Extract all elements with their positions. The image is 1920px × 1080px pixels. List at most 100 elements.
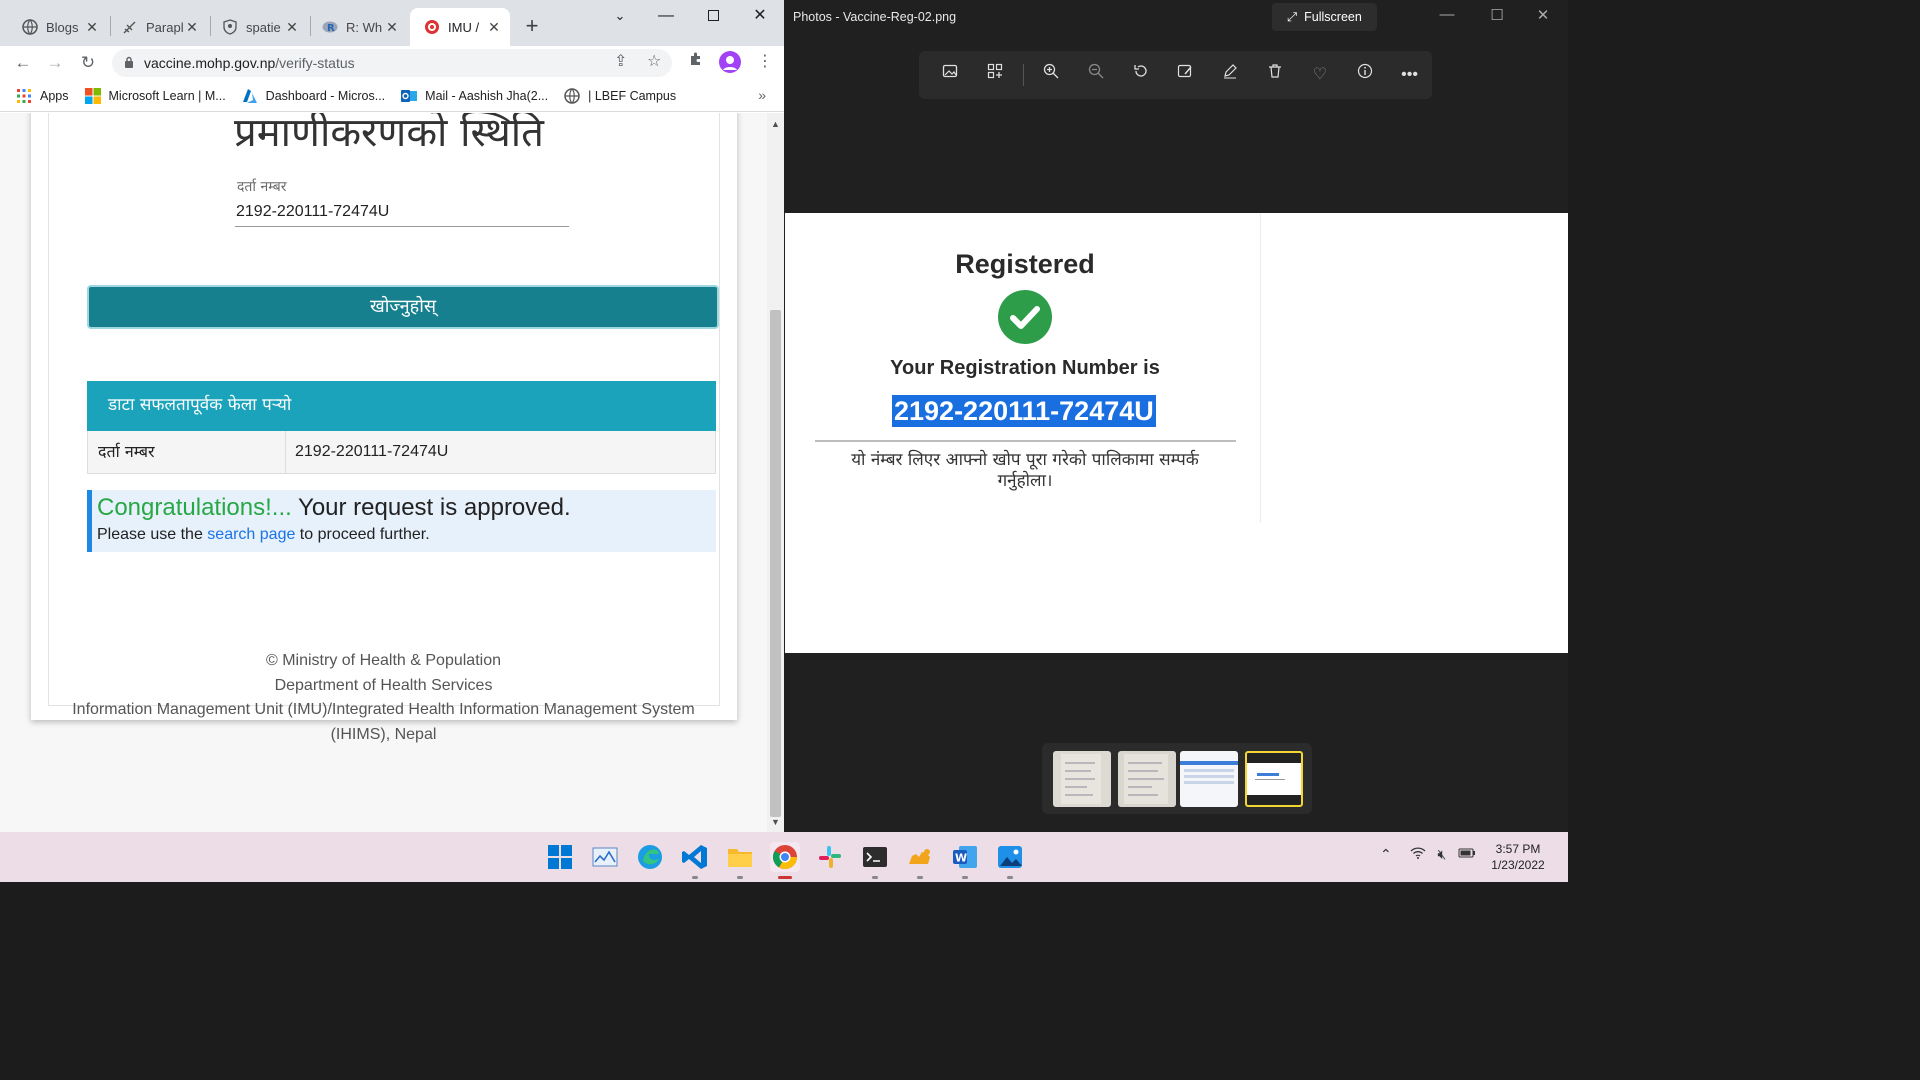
tab-r[interactable]: R R: Wh ✕ bbox=[308, 8, 408, 46]
tab-spatie[interactable]: spatie ✕ bbox=[208, 8, 308, 46]
filmstrip bbox=[1042, 743, 1312, 814]
url-path: /verify-status bbox=[275, 55, 355, 71]
forward-button[interactable]: → bbox=[42, 50, 68, 76]
chrome-taskbar-icon[interactable] bbox=[770, 842, 800, 872]
profile-avatar[interactable] bbox=[719, 51, 741, 78]
scroll-up-icon[interactable]: ▲ bbox=[771, 119, 780, 129]
extensions-puzzle-icon[interactable] bbox=[688, 51, 704, 72]
bookmark-apps[interactable]: Apps bbox=[16, 88, 69, 104]
bookmark-mail[interactable]: Mail - Aashish Jha(2... bbox=[401, 88, 548, 104]
checkmark-icon bbox=[998, 290, 1052, 344]
tab-search-icon[interactable]: ⌄ bbox=[597, 0, 643, 32]
maximize-button[interactable] bbox=[690, 0, 736, 32]
start-windows-icon[interactable] bbox=[545, 842, 575, 872]
add-to-album-icon[interactable] bbox=[973, 51, 1018, 99]
card-body: प्रमाणीकरणको स्थिति दर्ता नम्बर खोज्नुहो… bbox=[48, 113, 720, 706]
azure-icon bbox=[242, 88, 258, 104]
tab-imu-active[interactable]: IMU / ✕ bbox=[410, 8, 510, 46]
draw-pen-icon[interactable] bbox=[1208, 51, 1253, 99]
photos-window: Photos - Vaccine-Reg-02.png ⤢ Fullscreen… bbox=[784, 0, 1568, 832]
bookmarks-bar: Apps Microsoft Learn | M... Dashboard - … bbox=[0, 80, 784, 112]
camel-app-icon[interactable] bbox=[905, 842, 935, 872]
close-tab-icon[interactable]: ✕ bbox=[486, 19, 502, 36]
registered-heading: Registered bbox=[955, 249, 1095, 279]
tab-blogs[interactable]: Blogs ✕ bbox=[8, 8, 108, 46]
filmstrip-thumbnail-selected[interactable] bbox=[1245, 751, 1303, 807]
registration-number-input[interactable] bbox=[235, 197, 569, 227]
close-tab-icon[interactable]: ✕ bbox=[184, 19, 200, 36]
tab-strip: Blogs ✕ Parapl ✕ spatie ✕ R R: Wh ✕ IMU … bbox=[0, 0, 784, 46]
scroll-down-icon[interactable]: ▼ bbox=[771, 817, 780, 827]
page-scrollbar[interactable]: ▲ ▼ bbox=[767, 113, 784, 832]
fullscreen-label: Fullscreen bbox=[1304, 10, 1362, 24]
task-manager-icon[interactable] bbox=[590, 842, 620, 872]
success-alert: Congratulations!... Your request is appr… bbox=[87, 490, 716, 552]
battery-icon[interactable] bbox=[1458, 846, 1476, 862]
taskbar-clock[interactable]: 3:57 PM 1/23/2022 bbox=[1478, 841, 1558, 873]
photos-app-icon[interactable] bbox=[995, 842, 1025, 872]
delete-trash-icon[interactable] bbox=[1253, 51, 1298, 99]
volume-muted-icon[interactable]: 🔇︎ bbox=[1438, 846, 1447, 862]
registration-number-label: दर्ता नम्बर bbox=[237, 179, 287, 195]
bookmark-label: Apps bbox=[40, 88, 69, 103]
tab-label: IMU / bbox=[448, 19, 480, 35]
more-options-icon[interactable]: ••• bbox=[1387, 51, 1432, 99]
close-tab-icon[interactable]: ✕ bbox=[384, 19, 400, 36]
bookmark-dashboard[interactable]: Dashboard - Micros... bbox=[242, 88, 385, 104]
tab-label: R: Wh bbox=[346, 19, 383, 35]
feather-icon bbox=[122, 19, 138, 35]
rotate-icon[interactable] bbox=[1118, 51, 1163, 99]
globe-icon bbox=[564, 87, 580, 104]
zoom-in-icon[interactable] bbox=[1029, 51, 1074, 99]
close-tab-icon[interactable]: ✕ bbox=[284, 19, 300, 36]
minimize-button[interactable]: — bbox=[643, 0, 689, 32]
bookmark-microsoft-learn[interactable]: Microsoft Learn | M... bbox=[84, 87, 226, 104]
search-button[interactable]: खोज्नुहोस् bbox=[87, 285, 719, 329]
wifi-icon[interactable] bbox=[1410, 846, 1430, 862]
edge-icon[interactable] bbox=[635, 842, 665, 872]
filmstrip-thumbnail[interactable] bbox=[1053, 751, 1111, 807]
taskbar: W ⌃ 🔇︎ 3:57 PM 1/23/2022 bbox=[0, 832, 1568, 882]
alert-prefix: Please use the bbox=[97, 526, 208, 543]
photos-close-button[interactable]: ✕ bbox=[1520, 6, 1566, 24]
scrollbar-thumb[interactable] bbox=[770, 310, 781, 817]
filmstrip-thumbnail[interactable] bbox=[1118, 751, 1176, 807]
more-bookmarks-button[interactable]: » bbox=[758, 87, 766, 103]
vscode-icon[interactable] bbox=[680, 842, 710, 872]
verify-card: प्रमाणीकरणको स्थिति दर्ता नम्बर खोज्नुहो… bbox=[31, 113, 737, 720]
menu-kebab-icon[interactable]: ⋮ bbox=[757, 51, 773, 71]
photos-minimize-button[interactable]: — bbox=[1424, 6, 1470, 23]
new-tab-button[interactable]: + bbox=[520, 12, 544, 40]
zoom-out-icon[interactable] bbox=[1073, 51, 1118, 99]
fullscreen-button[interactable]: ⤢ Fullscreen bbox=[1272, 3, 1377, 31]
search-page-link[interactable]: search page bbox=[207, 526, 295, 543]
share-icon[interactable]: ⇪ bbox=[614, 51, 627, 71]
address-bar[interactable]: vaccine.mohp.gov.np/verify-status bbox=[112, 49, 672, 77]
bookmark-label: | LBEF Campus bbox=[588, 88, 677, 103]
slack-icon[interactable] bbox=[815, 842, 845, 872]
chevron-up-icon[interactable]: ⌃ bbox=[1380, 846, 1392, 862]
bookmark-lbef[interactable]: | LBEF Campus bbox=[564, 87, 677, 104]
file-explorer-icon[interactable] bbox=[725, 842, 755, 872]
displayed-image: Registered Your Registration Number is 2… bbox=[785, 213, 1568, 653]
info-icon[interactable] bbox=[1342, 51, 1387, 99]
reload-button[interactable]: ↻ bbox=[75, 50, 101, 76]
close-window-button[interactable]: ✕ bbox=[737, 0, 783, 32]
see-all-photos-icon[interactable] bbox=[928, 51, 973, 99]
close-tab-icon[interactable]: ✕ bbox=[84, 19, 100, 36]
terminal-icon[interactable] bbox=[860, 842, 890, 872]
table-row: दर्ता नम्बर 2192-220111-72474U bbox=[87, 431, 716, 474]
favorite-heart-icon[interactable]: ♡ bbox=[1298, 51, 1343, 99]
alert-congrats: Congratulations!... bbox=[97, 494, 292, 521]
word-icon[interactable]: W bbox=[950, 842, 980, 872]
photos-maximize-button[interactable]: ☐ bbox=[1474, 6, 1520, 24]
page-footer: © Ministry of Health & Population Depart… bbox=[0, 649, 767, 747]
apps-grid-icon bbox=[16, 88, 32, 104]
tab-parapl[interactable]: Parapl ✕ bbox=[108, 8, 208, 46]
globe-icon bbox=[22, 19, 38, 35]
chrome-toolbar: ← → ↻ vaccine.mohp.gov.np/verify-status … bbox=[0, 46, 784, 80]
back-button[interactable]: ← bbox=[10, 50, 36, 76]
filmstrip-thumbnail[interactable] bbox=[1180, 751, 1238, 807]
bookmark-star-icon[interactable]: ☆ bbox=[647, 51, 661, 71]
edit-image-icon[interactable] bbox=[1163, 51, 1208, 99]
